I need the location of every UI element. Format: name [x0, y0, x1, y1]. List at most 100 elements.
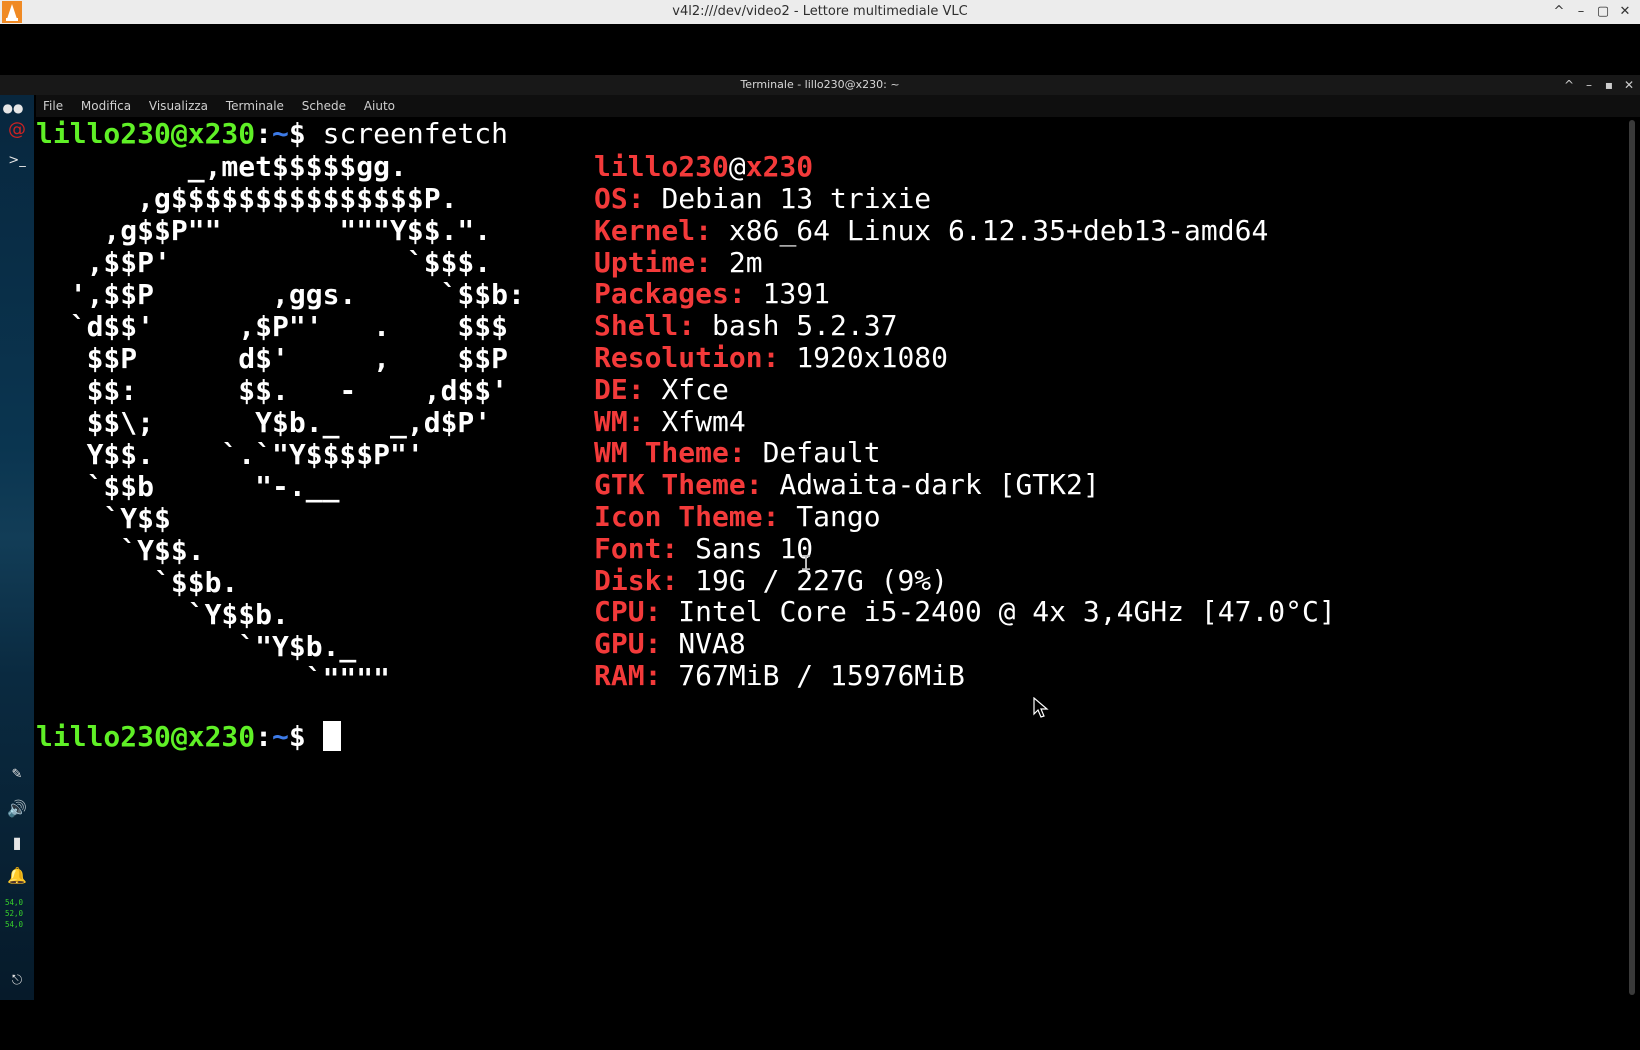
sysinfo-value: 2m	[728, 245, 763, 279]
sysinfo-row: OS: Debian 13 trixie	[594, 182, 931, 215]
mouse-pointer-icon	[1033, 697, 1049, 718]
menu-schede[interactable]: Schede	[295, 95, 353, 113]
vlc-close-button[interactable]: ✕	[1614, 1, 1636, 23]
prompt-colon: :	[255, 117, 273, 150]
debian-swirl-icon[interactable]: @	[6, 119, 28, 141]
ascii-art-line: $$P d$' , $$P	[36, 342, 509, 375]
ascii-art-line: ',$$P ,ggs. `$$b:	[36, 278, 525, 311]
sysinfo-hostname: x230	[745, 150, 814, 183]
sysinfo-label: GPU:	[594, 627, 662, 661]
prompt-user-host: lillo230@x230	[36, 117, 256, 150]
command-prompt-line: lillo230@x230:~$	[36, 720, 341, 753]
terminal-minimize-button[interactable]: –	[1580, 76, 1598, 94]
menu-modifica[interactable]: Modifica	[74, 95, 138, 113]
sysinfo-label: OS:	[594, 182, 645, 215]
sysinfo-row: CPU: Intel Core i5-2400 @ 4x 3,4GHz [47.…	[594, 595, 1336, 628]
ascii-art-line: ,g$$P"" """Y$$.".	[36, 214, 492, 247]
logout-icon[interactable]: ⎋	[6, 970, 28, 992]
sysinfo-row: DE: Xfce	[594, 373, 729, 406]
ibeam-cursor-icon: I	[800, 551, 813, 575]
ascii-art-line: ,$$P' `$$$.	[36, 246, 492, 279]
ascii-art-line: `Y$$b.	[36, 598, 289, 631]
ascii-art-line: $$: $$. - ,d$$'	[36, 374, 509, 407]
sysinfo-label: WM:	[594, 404, 645, 438]
sysinfo-row: GPU: NVA8	[594, 627, 746, 660]
ascii-art-line: `"Y$b._	[36, 630, 357, 663]
sysinfo-value: x86_64 Linux 6.12.35+deb13-amd64	[728, 213, 1269, 247]
sysinfo-value: 767MiB / 15976MiB	[678, 659, 965, 692]
ascii-art-line: `Y$$	[36, 502, 171, 535]
vlc-minimize-button[interactable]: –	[1570, 1, 1592, 23]
sysinfo-value: 1391	[762, 277, 831, 311]
bell-icon[interactable]: 🔔	[6, 865, 28, 887]
sysinfo-label: WM Theme:	[594, 436, 746, 470]
sysinfo-row: Resolution: 1920x1080	[594, 341, 948, 374]
terminal-scrollbar[interactable]	[1629, 120, 1635, 995]
terminal-shade-button[interactable]: ^	[1560, 76, 1578, 94]
sysinfo-row: Shell: bash 5.2.37	[594, 309, 897, 342]
ascii-art-line: `""""	[36, 662, 391, 695]
vlc-shade-button[interactable]: ^	[1548, 1, 1570, 23]
sysinfo-label: Packages:	[594, 277, 746, 311]
sysinfo-value: Intel Core i5-2400 @ 4x 3,4GHz [47.0°C]	[678, 595, 1336, 629]
menu-file[interactable]: File	[36, 95, 70, 113]
sysinfo-row: Packages: 1391	[594, 277, 830, 310]
vlc-window-title: v4l2:///dev/video2 - Lettore multimedial…	[672, 4, 968, 19]
sysinfo-row: GTK Theme: Adwaita-dark [GTK2]	[594, 468, 1100, 501]
volume-icon[interactable]: 🔊	[6, 798, 28, 820]
sysinfo-user: lillo230	[594, 150, 729, 183]
ascii-art-line: `$$b.	[36, 566, 239, 599]
pen-icon[interactable]: ✎	[6, 764, 28, 786]
terminal-titlebar: Terminale - lillo230@x230: ~ ^ – ▪ ✕	[0, 75, 1640, 95]
sysinfo-value: Debian 13 trixie	[661, 182, 932, 215]
ascii-art-line: Y$$. `.`"Y$$$$P"'	[36, 438, 424, 471]
temperature-value: 52,0	[5, 909, 24, 918]
menu-visualizza[interactable]: Visualizza	[142, 95, 215, 113]
sysinfo-label: RAM:	[594, 659, 662, 692]
sysinfo-label: CPU:	[594, 595, 662, 629]
prompt-user-host: lillo230@x230	[36, 720, 256, 753]
sysinfo-row: Icon Theme: Tango	[594, 500, 881, 533]
sysinfo-at: @	[728, 150, 746, 183]
temperature-value: 54,0	[5, 898, 24, 907]
window-buttons-icon[interactable]: ●●	[2, 97, 24, 119]
sysinfo-host-line: lillo230@x230	[594, 150, 813, 183]
battery-icon[interactable]: ▮	[6, 832, 28, 854]
typed-command: screenfetch	[322, 117, 509, 150]
sysinfo-label: Uptime:	[594, 245, 713, 279]
sysinfo-label: DE:	[594, 372, 645, 406]
sysinfo-value: Adwaita-dark [GTK2]	[779, 468, 1100, 502]
ascii-art-line: `$$b "-.__	[36, 470, 340, 503]
command-prompt-line: lillo230@x230:~$ screenfetch	[36, 117, 508, 150]
sysinfo-value: Sans 10	[695, 531, 814, 565]
terminal-menubar: File Modifica Visualizza Terminale Sched…	[36, 95, 1640, 117]
menu-aiuto[interactable]: Aiuto	[357, 95, 402, 113]
terminal-icon[interactable]: >_	[6, 150, 28, 172]
vlc-titlebar: v4l2:///dev/video2 - Lettore multimedial…	[0, 0, 1640, 24]
ascii-art-line: $$\; Y$b._ _,d$P'	[36, 406, 492, 439]
sysinfo-label: Shell:	[594, 309, 696, 343]
temperature-value: 54,0	[5, 920, 24, 929]
sysinfo-label: Resolution:	[594, 341, 780, 374]
sysinfo-value: 1920x1080	[796, 341, 949, 374]
terminal-maximize-button[interactable]: ▪	[1600, 76, 1618, 94]
terminal-output[interactable]: lillo230@x230:~$ screenfetch _,met$$$$$g…	[36, 117, 1626, 997]
vlc-maximize-button[interactable]: ▢	[1592, 1, 1614, 23]
sysinfo-row: Kernel: x86_64 Linux 6.12.35+deb13-amd64	[594, 214, 1268, 247]
ascii-art-line: `d$$' ,$P"' . $$$	[36, 310, 509, 343]
sysinfo-row: WM: Xfwm4	[594, 405, 746, 438]
sysinfo-value: NVA8	[678, 627, 746, 661]
terminal-close-button[interactable]: ✕	[1620, 76, 1638, 94]
sysinfo-row: WM Theme: Default	[594, 436, 881, 469]
prompt-colon: :	[255, 720, 273, 753]
prompt-dollar: $	[288, 720, 306, 753]
prompt-directory: ~	[272, 720, 289, 753]
prompt-dollar: $	[288, 117, 306, 150]
sysinfo-row: Font: Sans 10	[594, 532, 813, 565]
sysinfo-label: GTK Theme:	[594, 468, 763, 502]
ascii-art-line: _,met$$$$$gg.	[36, 150, 407, 183]
terminal-window-title: Terminale - lillo230@x230: ~	[740, 78, 900, 91]
menu-terminale[interactable]: Terminale	[219, 95, 291, 113]
sysinfo-label: Font:	[594, 531, 679, 565]
prompt-directory: ~	[272, 117, 289, 150]
